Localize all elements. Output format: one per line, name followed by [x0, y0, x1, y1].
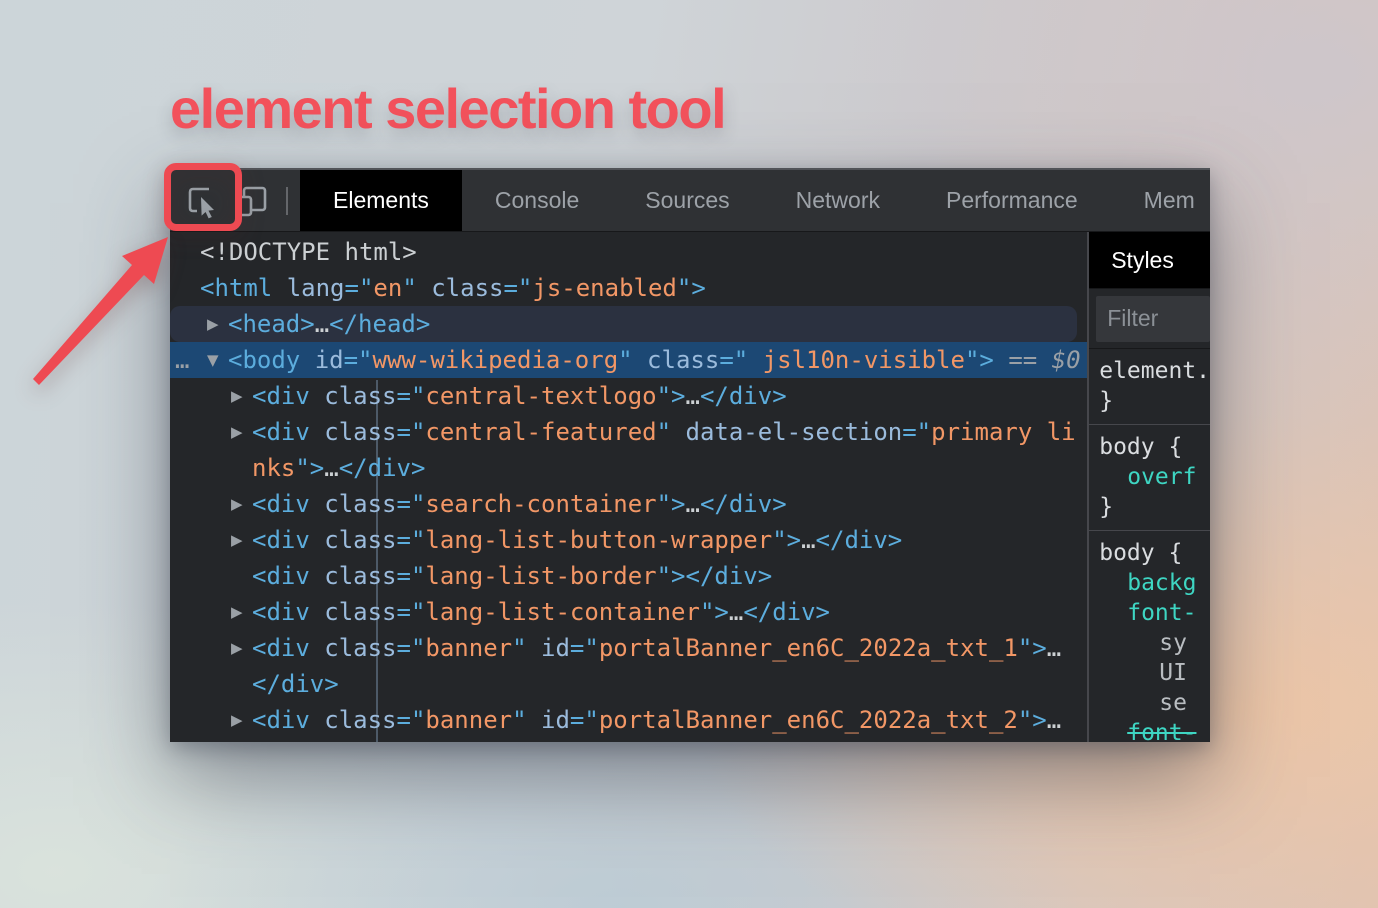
expand-arrow-icon[interactable]: ▶ — [207, 306, 228, 342]
tab-sources[interactable]: Sources — [612, 170, 762, 231]
devtools-tab-bar: ElementsConsoleSourcesNetworkPerformance… — [300, 170, 1210, 231]
devtools-panel: ElementsConsoleSourcesNetworkPerformance… — [170, 168, 1210, 742]
dom-tree-row[interactable]: ▶<div class="banner" id="portalBanner_en… — [170, 702, 1087, 738]
tab-styles[interactable]: Styles — [1089, 232, 1210, 288]
page-title: element selection tool — [170, 76, 725, 141]
collapse-arrow-icon[interactable]: ▼ — [207, 342, 228, 378]
devtools-toolbar: ElementsConsoleSourcesNetworkPerformance… — [170, 170, 1210, 232]
expand-arrow-icon[interactable]: ▶ — [231, 594, 252, 630]
tab-network[interactable]: Network — [763, 170, 913, 231]
dom-tree-row[interactable]: <div class="lang-list-border"></div> — [170, 558, 1087, 594]
dom-tree-row[interactable]: nks">…</div> — [170, 450, 1087, 486]
expand-arrow-icon[interactable]: ▶ — [231, 486, 252, 522]
tab-mem[interactable]: Mem — [1111, 170, 1210, 231]
styles-sidebar: Styles element.}body {overf}body {backgf… — [1087, 232, 1210, 742]
css-rule-line[interactable]: font- — [1099, 598, 1210, 628]
css-rule-line[interactable]: element. — [1099, 356, 1210, 386]
css-rule-section: element.} — [1089, 349, 1210, 425]
expand-arrow-icon[interactable]: ▶ — [231, 378, 252, 414]
expand-arrow-icon[interactable]: ▶ — [231, 414, 252, 450]
expand-arrow-icon[interactable]: ▶ — [231, 522, 252, 558]
dom-tree-row[interactable]: </div> — [170, 666, 1087, 702]
css-rules-list: element.}body {overf}body {backgfont-syU… — [1089, 349, 1210, 742]
dom-tree-row[interactable]: ▶<div class="central-textlogo">…</div> — [170, 378, 1087, 414]
css-rule-section: body {overf} — [1089, 425, 1210, 531]
dom-tree-row[interactable]: <!DOCTYPE html> — [170, 234, 1087, 270]
tab-console[interactable]: Console — [462, 170, 612, 231]
devtools-content: <!DOCTYPE html><html lang="en" class="js… — [170, 232, 1210, 742]
dom-tree-row[interactable]: ▶<div class="search-container">…</div> — [170, 486, 1087, 522]
tab-elements[interactable]: Elements — [300, 170, 462, 231]
expand-arrow-icon[interactable]: ▶ — [231, 702, 252, 738]
css-rule-line[interactable]: backg — [1099, 568, 1210, 598]
styles-filter-input[interactable] — [1096, 296, 1210, 342]
css-rule-line[interactable]: sy — [1099, 628, 1210, 658]
dom-tree-row[interactable]: <html lang="en" class="js-enabled"> — [170, 270, 1087, 306]
dom-tree-row[interactable]: ▶<div class="lang-list-container">…</div… — [170, 594, 1087, 630]
css-rule-line[interactable]: overf — [1099, 462, 1210, 492]
dom-tree: <!DOCTYPE html><html lang="en" class="js… — [170, 232, 1087, 742]
dom-tree-row[interactable]: ▶<div class="lang-list-button-wrapper">…… — [170, 522, 1087, 558]
css-rule-line[interactable]: se — [1099, 688, 1210, 718]
css-rule-line[interactable]: UI — [1099, 658, 1210, 688]
css-rule-line[interactable]: } — [1099, 386, 1210, 416]
annotation-arrow-icon — [22, 220, 182, 400]
css-rule-line[interactable]: } — [1099, 492, 1210, 522]
css-rule-line[interactable]: body { — [1099, 432, 1210, 462]
css-rule-section: body {backgfont-syUIsefont- — [1089, 531, 1210, 742]
dom-tree-row[interactable]: ▶<head>…</head> — [170, 306, 1077, 342]
styles-filter-row — [1089, 289, 1210, 349]
tab-performance[interactable]: Performance — [913, 170, 1111, 231]
expand-arrow-icon[interactable]: ▶ — [231, 630, 252, 666]
dom-tree-row[interactable]: …▼<body id="www-wikipedia-org" class=" j… — [170, 342, 1087, 378]
sidebar-tab-bar: Styles — [1089, 232, 1210, 289]
css-rule-line[interactable]: font- — [1099, 718, 1210, 742]
css-rule-line[interactable]: body { — [1099, 538, 1210, 568]
toolbar-separator — [286, 187, 288, 215]
dom-tree-row[interactable]: ▶<div class="central-featured" data-el-s… — [170, 414, 1087, 450]
dom-tree-row[interactable]: ▶<div class="banner" id="portalBanner_en… — [170, 630, 1087, 666]
desktop-background: { "title": "element selection tool", "co… — [0, 0, 1378, 908]
